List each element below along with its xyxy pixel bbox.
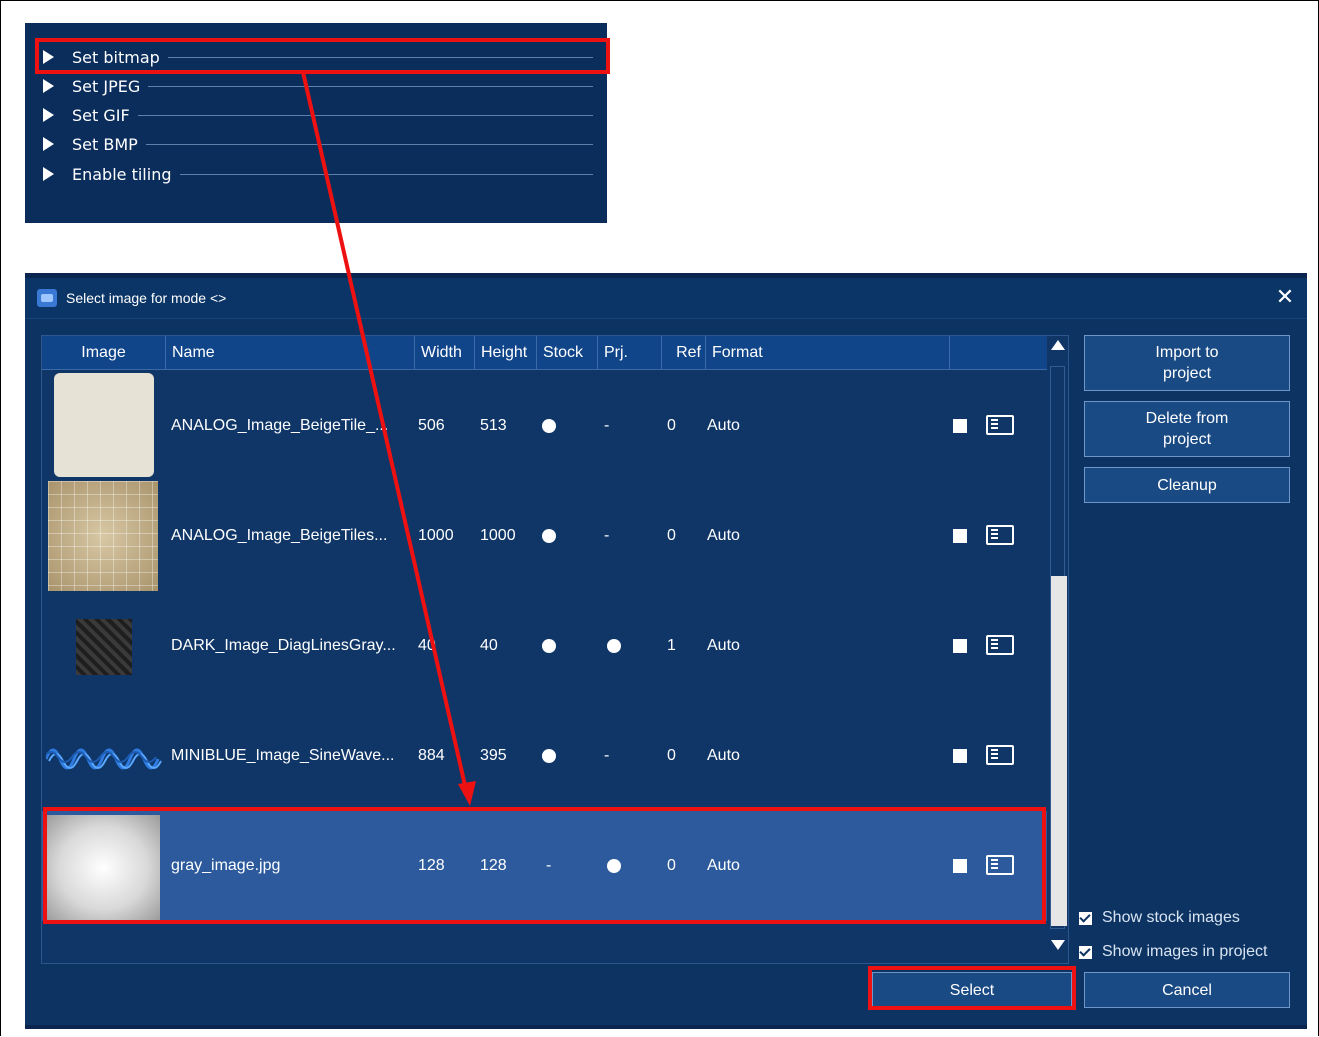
annotation-arrow [301, 71, 476, 806]
annotation-arrow-line [301, 71, 468, 791]
annotation-arrowhead [458, 781, 476, 806]
